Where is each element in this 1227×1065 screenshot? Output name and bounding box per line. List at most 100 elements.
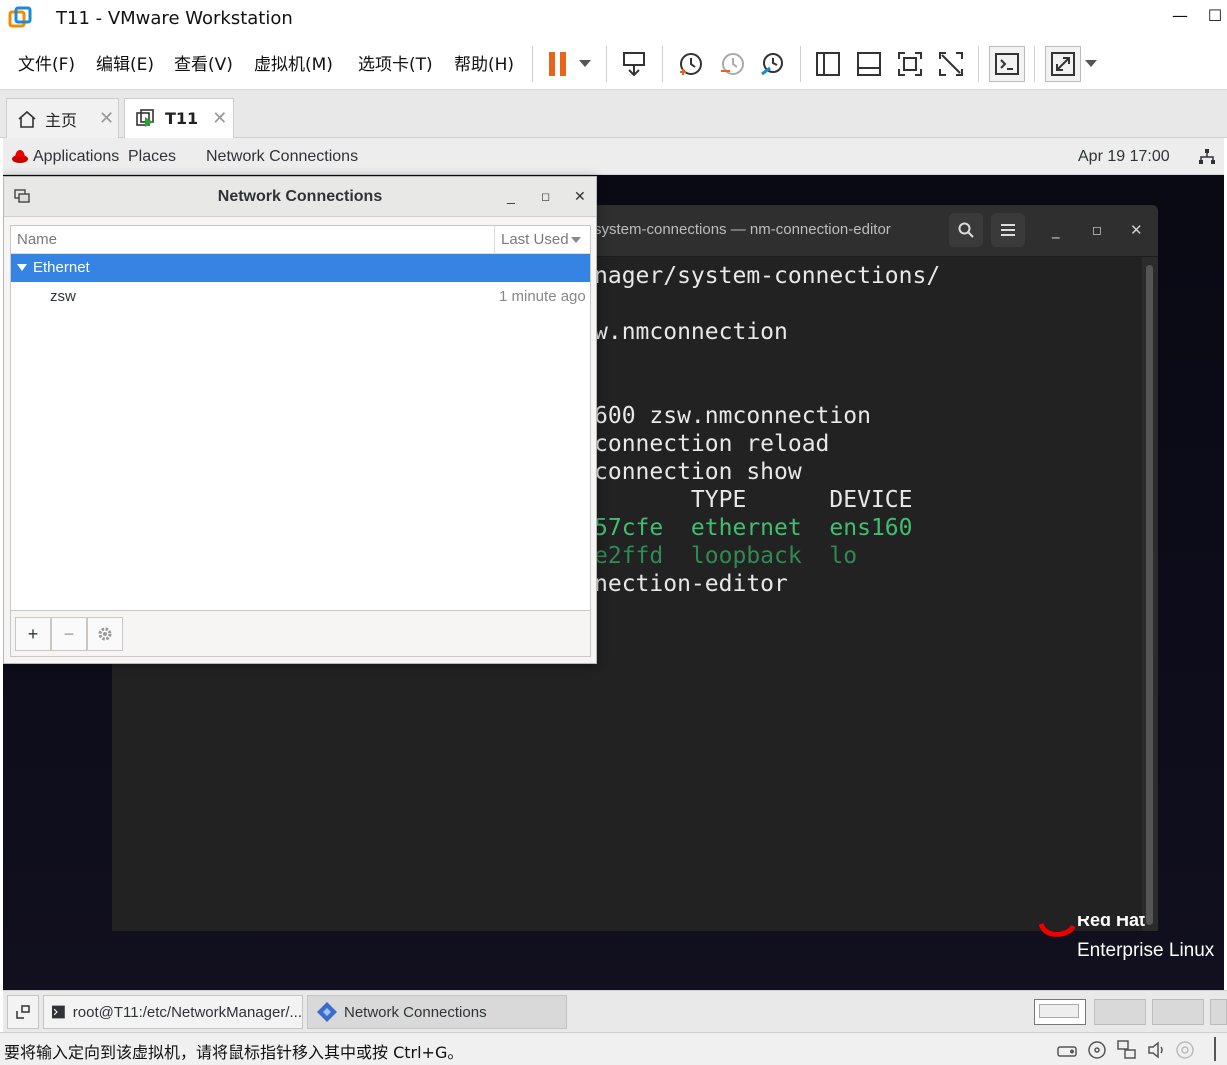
close-tab-home-icon[interactable]: ✕ (99, 108, 114, 129)
column-name[interactable]: Name (17, 231, 57, 248)
hard-disk-icon[interactable] (1056, 1039, 1078, 1061)
remove-connection-button[interactable]: − (51, 617, 87, 651)
column-last-used[interactable]: Last Used (501, 231, 569, 248)
sound-icon[interactable] (1146, 1039, 1168, 1061)
window-title: T11 - VMware Workstation (56, 8, 293, 29)
show-desktop-icon (16, 1005, 30, 1019)
terminal-line: connection show (594, 459, 802, 485)
vm-running-icon (136, 108, 154, 127)
status-bar: 要将输入定向到该虚拟机，请将鼠标指针移入其中或按 Ctrl+G。 (0, 1032, 1227, 1065)
terminal-line: connection reload (594, 431, 830, 457)
menu-vm[interactable]: 虚拟机(M) (254, 50, 333, 75)
dialog-close-button[interactable]: ✕ (574, 188, 586, 205)
clock[interactable]: Apr 19 17:00 (1078, 148, 1170, 166)
terminal-minimize-button[interactable]: _ (1052, 221, 1060, 239)
edit-connection-button[interactable] (87, 617, 123, 651)
workspace-2[interactable] (1094, 999, 1146, 1025)
window-titlebar: T11 - VMware Workstation — ☐ (0, 0, 1227, 38)
terminal-line: 600 zsw.nmconnection (594, 403, 871, 429)
cd-dvd-icon[interactable] (1086, 1039, 1108, 1061)
terminal-line: nection-editor (594, 571, 788, 597)
gear-icon (98, 627, 112, 641)
tab-bar: 主页 ✕ T11 ✕ (0, 90, 1227, 138)
network-adapter-icon[interactable] (1116, 1039, 1138, 1061)
gnome-top-bar: Applications Places Network Connections … (3, 138, 1224, 175)
status-message: 要将输入定向到该虚拟机，请将鼠标指针移入其中或按 Ctrl+G。 (4, 1043, 464, 1062)
send-ctrl-alt-del-icon[interactable] (616, 46, 652, 82)
printer-icon[interactable] (1174, 1039, 1196, 1061)
dialog-minimize-button[interactable]: _ (507, 188, 515, 204)
menu-view[interactable]: 查看(V) (174, 50, 233, 75)
active-app-name[interactable]: Network Connections (206, 148, 358, 166)
network-connections-icon (317, 1002, 337, 1022)
vmware-logo-icon (8, 6, 32, 28)
workspace-1[interactable] (1034, 999, 1086, 1025)
power-dropdown-icon[interactable] (570, 46, 600, 82)
stretch-guest-icon[interactable] (1045, 46, 1081, 82)
dialog-header: Network Connections _ ◻ ✕ (4, 177, 596, 217)
tab-vm-label: T11 (165, 109, 199, 128)
vm-display[interactable]: Applications Places Network Connections … (3, 138, 1224, 990)
taskbar-terminal[interactable]: root@T11:/etc/NetworkManager/... (43, 995, 303, 1029)
expander-icon[interactable] (17, 264, 27, 272)
taskbar-terminal-label: root@T11:/etc/NetworkManager/... (72, 1003, 302, 1021)
thumbnail-bar-icon[interactable] (851, 46, 887, 82)
workspace-4[interactable] (1210, 999, 1227, 1025)
connection-row[interactable]: zsw 1 minute ago (11, 282, 590, 310)
terminal-icon (52, 1005, 65, 1019)
redhat-branding: Red Hat Enterprise Linux (1039, 916, 1224, 976)
stretch-dropdown-icon[interactable] (1080, 46, 1102, 82)
library-sidebar-icon[interactable] (810, 46, 846, 82)
connection-list[interactable]: Name Last Used Ethernet zsw 1 minute ago (10, 225, 591, 611)
terminal-close-button[interactable]: ✕ (1130, 221, 1143, 239)
minimize-button[interactable]: — (1168, 6, 1192, 25)
terminal-search-button[interactable] (949, 213, 983, 247)
tab-home[interactable]: 主页 ✕ (6, 98, 119, 138)
terminal-title: system-connections — nm-connection-edito… (594, 221, 891, 238)
applications-menu[interactable]: Applications (33, 148, 119, 166)
taskbar-network-label: Network Connections (344, 1003, 487, 1021)
menu-help[interactable]: 帮助(H) (454, 50, 514, 75)
tab-home-label: 主页 (45, 110, 78, 130)
terminal-maximize-button[interactable]: ◻ (1092, 223, 1102, 237)
terminal-line: w.nmconnection (594, 319, 788, 345)
terminal-line: 57cfe ethernet ens160 (594, 515, 913, 541)
dialog-maximize-button[interactable]: ◻ (541, 190, 550, 203)
menu-file[interactable]: 文件(F) (18, 50, 75, 75)
home-icon (18, 110, 36, 128)
places-menu[interactable]: Places (128, 148, 176, 166)
revert-snapshot-icon[interactable] (714, 46, 750, 82)
sort-down-icon (571, 237, 581, 243)
redhat-logo-icon (1039, 923, 1075, 937)
add-connection-button[interactable]: + (15, 617, 51, 651)
terminal-scrollbar[interactable] (1146, 265, 1153, 925)
unity-mode-icon[interactable] (933, 46, 969, 82)
search-icon (958, 222, 974, 238)
terminal-menu-button[interactable] (991, 213, 1025, 247)
list-header: Name Last Used (11, 226, 590, 254)
close-tab-vm-icon[interactable]: ✕ (212, 108, 227, 129)
maximize-button[interactable]: ☐ (1203, 6, 1227, 25)
redhat-hat-icon (12, 150, 28, 163)
snapshot-manager-icon[interactable] (754, 46, 790, 82)
network-connections-dialog[interactable]: Network Connections _ ◻ ✕ Name Last Used… (3, 176, 597, 664)
gnome-bottom-panel: root@T11:/etc/NetworkManager/... Network… (3, 990, 1227, 1032)
snapshot-icon[interactable] (672, 46, 708, 82)
menu-tabs[interactable]: 选项卡(T) (358, 50, 433, 75)
menu-edit[interactable]: 编辑(E) (96, 50, 154, 75)
workspace-3[interactable] (1152, 999, 1204, 1025)
group-label: Ethernet (33, 259, 90, 276)
connection-last-used: 1 minute ago (499, 288, 586, 305)
show-desktop-button[interactable] (7, 995, 39, 1029)
dialog-toolbar: + − (10, 611, 591, 657)
menu-toolbar: 文件(F) 编辑(E) 查看(V) 虚拟机(M) 选项卡(T) 帮助(H) (0, 38, 1227, 90)
taskbar-network-connections[interactable]: Network Connections (307, 995, 567, 1029)
terminal-line: TYPE DEVICE (594, 487, 913, 513)
branding-line1: Red Hat (1077, 916, 1146, 928)
network-status-icon[interactable] (1199, 149, 1215, 165)
terminal-line: e2ffd loopback lo (594, 543, 858, 569)
tab-vm[interactable]: T11 ✕ (124, 98, 234, 138)
group-row-ethernet[interactable]: Ethernet (11, 254, 590, 282)
full-screen-icon[interactable] (892, 46, 928, 82)
console-view-icon[interactable] (989, 46, 1025, 82)
